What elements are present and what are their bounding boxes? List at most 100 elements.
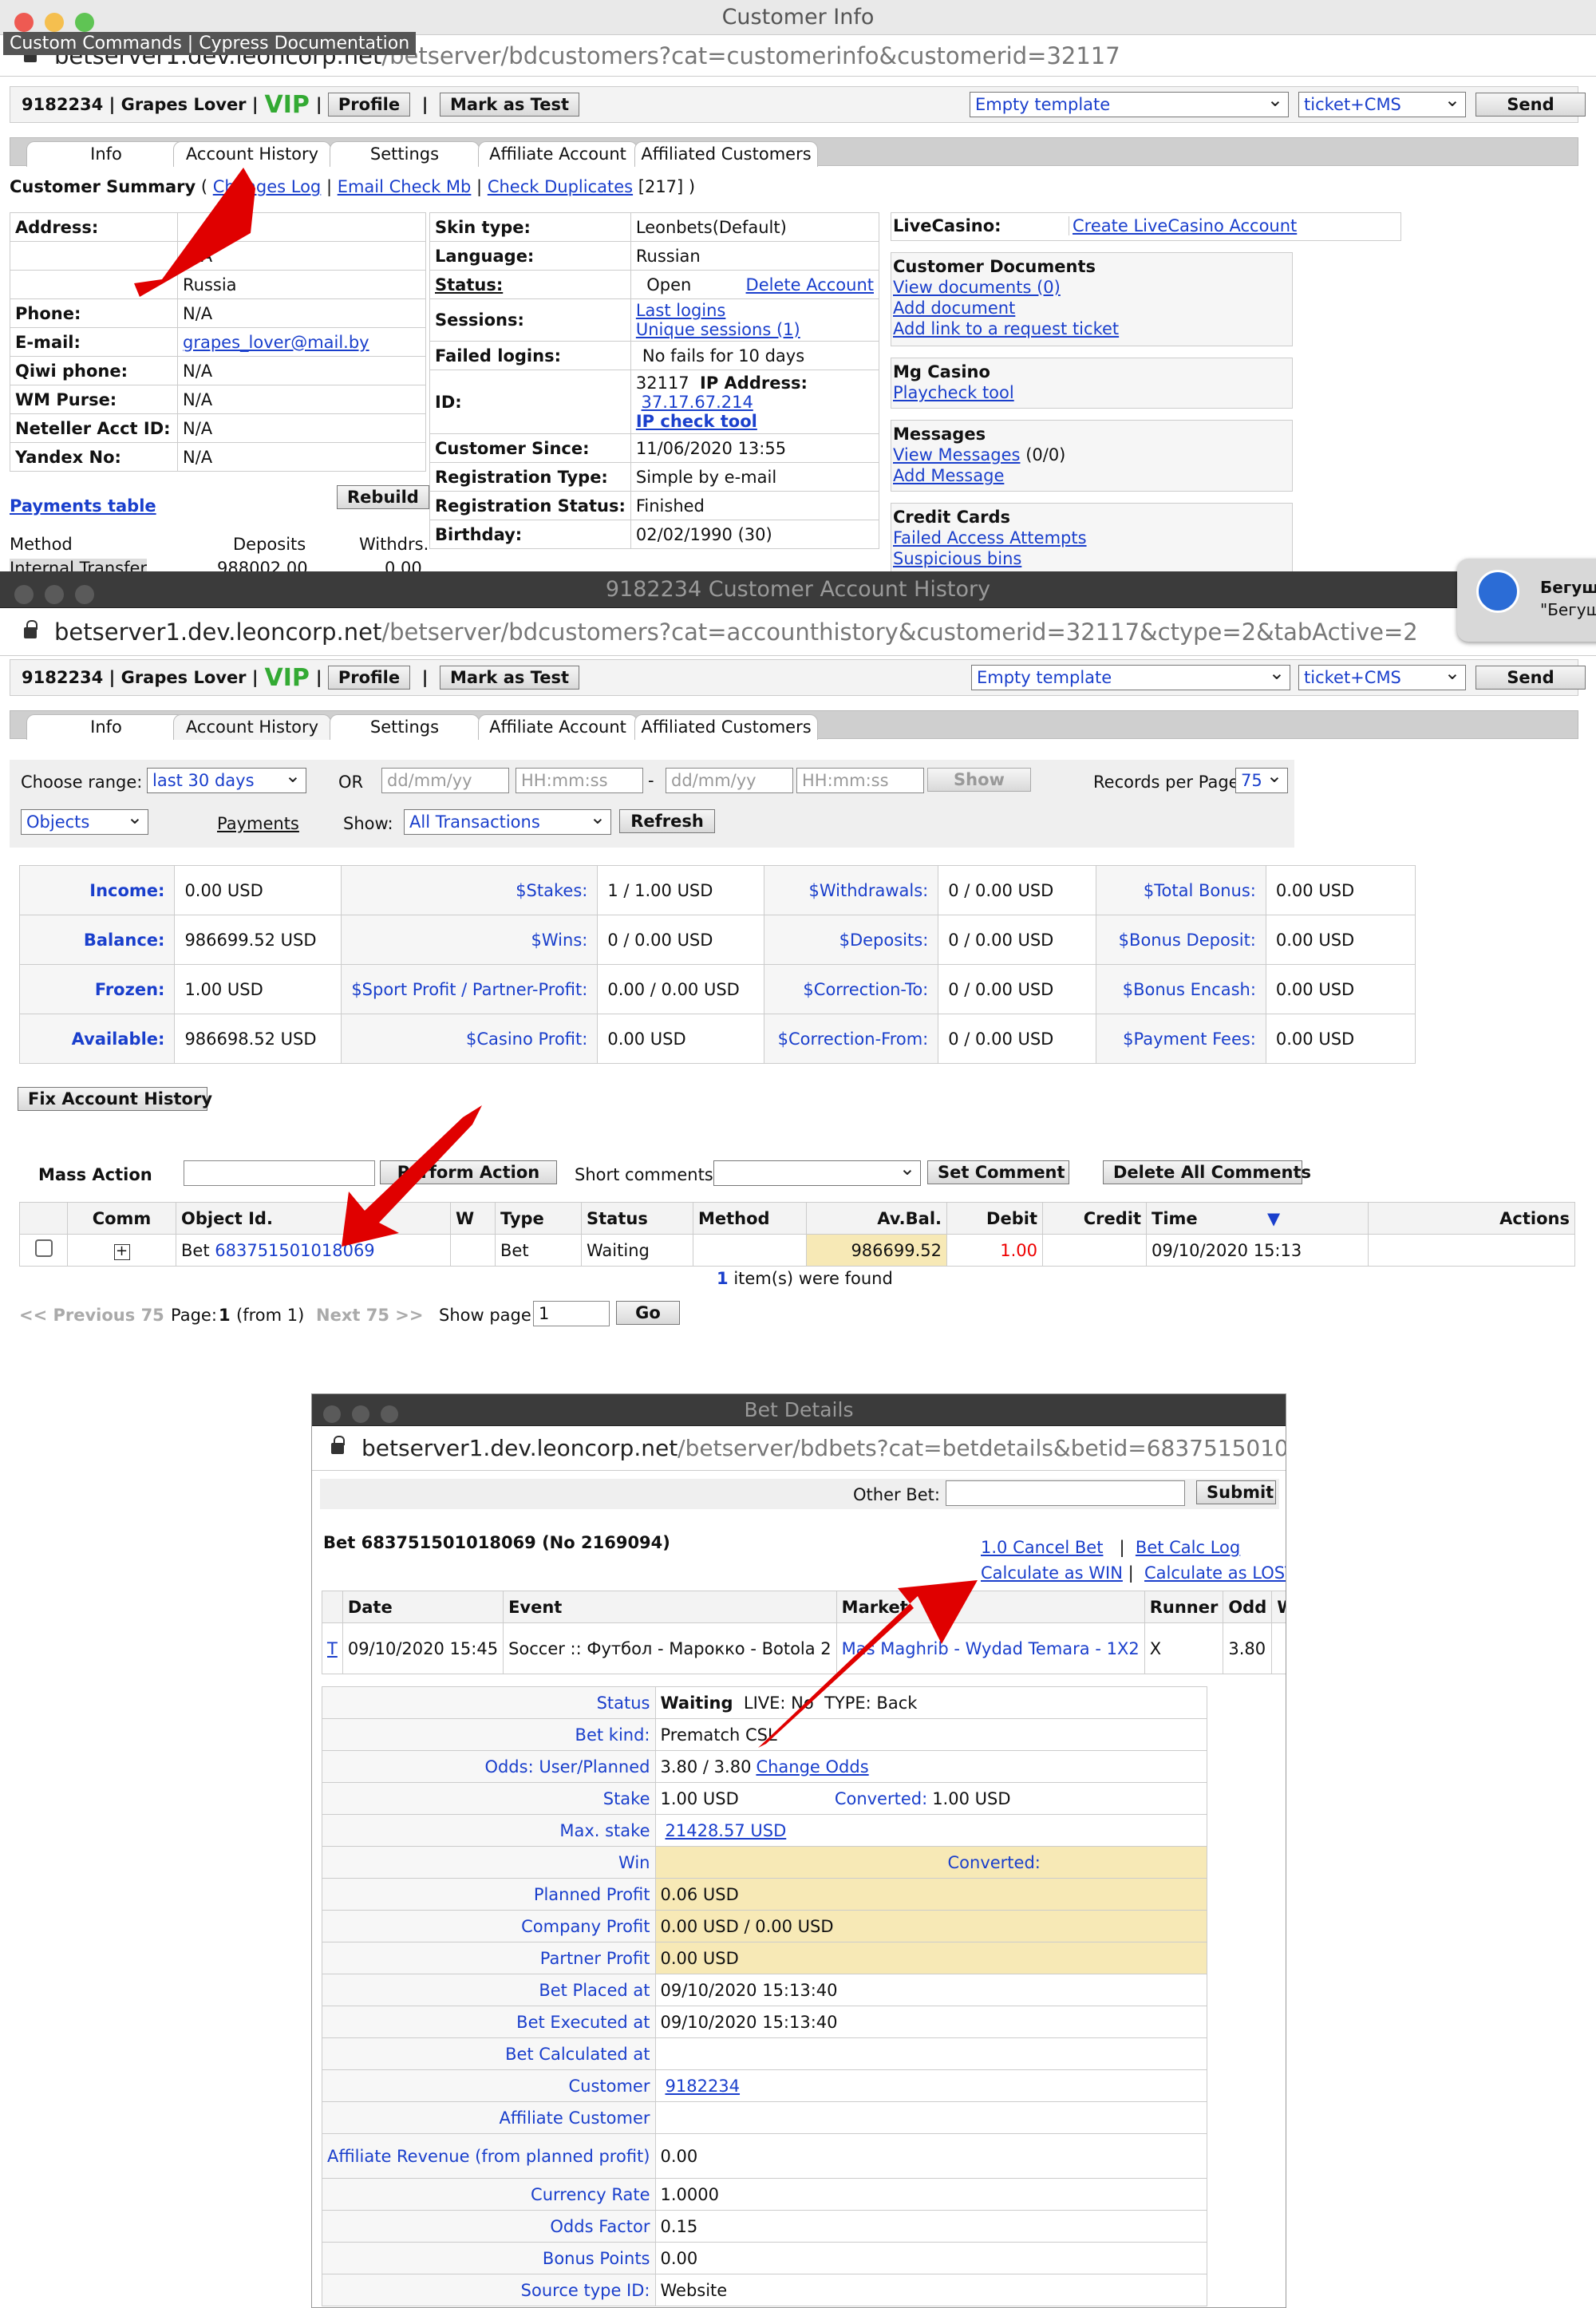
time-from-input[interactable]: HH:mm:ss [516, 768, 643, 793]
cancel-bet-link[interactable]: 1.0 Cancel Bet [981, 1538, 1103, 1557]
mark-as-test-button[interactable]: Mark as Test [440, 666, 579, 690]
status-cell: Waiting [581, 1234, 693, 1267]
tab-settings[interactable]: Settings [330, 141, 480, 167]
check-duplicates-link[interactable]: Check Duplicates [488, 177, 633, 196]
row-checkbox[interactable] [34, 1239, 53, 1257]
tab-settings[interactable]: Settings [330, 714, 480, 740]
unique-sessions-link[interactable]: Unique sessions (1) [636, 320, 800, 339]
profile-button[interactable]: Profile [327, 93, 411, 117]
minimize-dot-icon[interactable] [45, 13, 64, 32]
detail-link[interactable]: 21428.57 USD [666, 1821, 787, 1840]
template-select[interactable]: Empty template [970, 88, 1289, 117]
other-bet-input[interactable] [946, 1480, 1185, 1506]
tab-affiliated-customers[interactable]: Affiliated Customers [634, 141, 818, 167]
range-select[interactable]: last 30 days [147, 764, 306, 793]
live-value: LIVE: No [743, 1693, 814, 1713]
show-button[interactable]: Show [927, 768, 1031, 792]
suspicious-bins-link[interactable]: Suspicious bins [893, 549, 1021, 568]
add-document-link[interactable]: Add document [893, 298, 1015, 318]
delete-account-link[interactable]: Delete Account [746, 275, 874, 294]
add-message-link[interactable]: Add Message [893, 466, 1004, 485]
tab-account-history[interactable]: Account History [173, 141, 331, 167]
ticket-select[interactable]: ticket+CMS [1298, 661, 1466, 690]
mark-as-test-button[interactable]: Mark as Test [440, 93, 579, 117]
create-livecasino-link[interactable]: Create LiveCasino Account [1069, 216, 1297, 235]
col-time[interactable]: Time ▼ [1146, 1202, 1369, 1235]
url-bar[interactable]: betserver1.dev.leoncorp.net/betserver/bd… [0, 608, 1596, 656]
col-type[interactable]: Type [495, 1202, 582, 1235]
tab-account-history[interactable]: Account History [173, 714, 331, 740]
add-link-request-ticket[interactable]: Add link to a request ticket [893, 319, 1119, 338]
template-select[interactable]: Empty template [971, 661, 1290, 690]
market-link[interactable]: Mas Maghrib - Wydad Temara - 1X2 [836, 1622, 1145, 1674]
calculate-lost-link[interactable]: Calculate as LOST [1144, 1563, 1286, 1583]
zoom-dot-icon[interactable] [75, 13, 94, 32]
zoom-dot-icon[interactable] [75, 585, 94, 604]
t-link[interactable]: T [322, 1622, 343, 1674]
objects-select[interactable]: Objects [21, 805, 148, 835]
tab-info[interactable]: Info [26, 141, 186, 167]
close-dot-icon[interactable] [323, 1405, 341, 1423]
records-per-page-select[interactable]: 75 [1235, 764, 1288, 793]
set-comment-button[interactable]: Set Comment [927, 1160, 1069, 1184]
page-input[interactable]: 1 [533, 1301, 610, 1326]
minimize-dot-icon[interactable] [352, 1405, 369, 1423]
tab-affiliate-account[interactable]: Affiliate Account [478, 714, 638, 740]
zoom-dot-icon[interactable] [381, 1405, 398, 1423]
next-page-link[interactable]: Next 75 >> [316, 1306, 423, 1325]
payments-table-link[interactable]: Payments table [10, 496, 156, 516]
col-comm[interactable]: Comm [67, 1202, 176, 1235]
minimize-dot-icon[interactable] [45, 585, 64, 604]
changes-log-link[interactable]: Changes Log [213, 177, 322, 196]
calculate-win-link[interactable]: Calculate as WIN [981, 1563, 1123, 1583]
notification-popup[interactable]: Бегущ "Бегущ [1457, 559, 1596, 642]
date-from-input[interactable]: dd/mm/yy [381, 768, 509, 793]
expand-plus-icon[interactable]: + [113, 1244, 130, 1260]
send-button[interactable]: Send [1476, 93, 1586, 117]
tab-affiliate-account[interactable]: Affiliate Account [478, 141, 638, 167]
col-avbal[interactable]: Av.Bal. [806, 1202, 947, 1235]
url-bar[interactable]: betserver1.dev.leoncorp.net/betserver/bd… [312, 1426, 1286, 1471]
col-credit[interactable]: Credit [1042, 1202, 1147, 1235]
sort-desc-icon[interactable]: ▼ [1267, 1209, 1280, 1228]
failed-access-link[interactable]: Failed Access Attempts [893, 528, 1087, 547]
date-to-input[interactable]: dd/mm/yy [666, 768, 793, 793]
detail-link[interactable]: 9182234 [666, 2077, 741, 2096]
object-id-link[interactable]: 683751501018069 [215, 1241, 374, 1260]
ticket-select[interactable]: ticket+CMS [1298, 88, 1466, 117]
delete-all-comments-button[interactable]: Delete All Comments [1103, 1160, 1311, 1184]
tab-affiliated-customers[interactable]: Affiliated Customers [634, 714, 818, 740]
col-status[interactable]: Status [581, 1202, 693, 1235]
email-check-link[interactable]: Email Check Mb [338, 177, 472, 196]
col-debit[interactable]: Debit [946, 1202, 1043, 1235]
close-dot-icon[interactable] [14, 585, 34, 604]
col-method[interactable]: Method [693, 1202, 807, 1235]
col-object-id[interactable]: Object Id. [176, 1202, 451, 1235]
close-dot-icon[interactable] [14, 13, 34, 32]
view-messages-link[interactable]: View Messages [893, 445, 1021, 464]
go-button[interactable]: Go [616, 1301, 680, 1325]
perform-action-button[interactable]: Perform Action [380, 1160, 557, 1184]
previous-page-link[interactable]: << Previous 75 [19, 1306, 164, 1325]
detail-link[interactable]: Change Odds [756, 1757, 868, 1776]
rebuild-button[interactable]: Rebuild [337, 485, 429, 509]
transactions-select[interactable]: All Transactions [404, 805, 611, 835]
send-button[interactable]: Send [1476, 666, 1586, 690]
ip-link[interactable]: 37.17.67.214 [642, 393, 753, 412]
time-to-input[interactable]: HH:mm:ss [796, 768, 924, 793]
mass-action-input[interactable] [184, 1160, 375, 1186]
view-documents-link[interactable]: View documents (0) [893, 278, 1061, 297]
profile-button[interactable]: Profile [327, 666, 411, 690]
last-logins-link[interactable]: Last logins [636, 301, 726, 320]
refresh-button[interactable]: Refresh [619, 809, 715, 833]
playcheck-tool-link[interactable]: Playcheck tool [893, 383, 1014, 402]
fix-account-history-button[interactable]: Fix Account History [18, 1087, 212, 1111]
col-w[interactable]: W [450, 1202, 496, 1235]
contact-value[interactable]: grapes_lover@mail.by [177, 327, 426, 357]
payments-link[interactable]: Payments [217, 814, 299, 833]
short-comments-select[interactable] [713, 1156, 921, 1186]
bet-calc-log-link[interactable]: Bet Calc Log [1136, 1538, 1240, 1557]
submit-button[interactable]: Submit [1196, 1480, 1276, 1504]
ip-check-tool-link[interactable]: IP check tool [636, 412, 757, 431]
tab-info[interactable]: Info [26, 714, 186, 740]
